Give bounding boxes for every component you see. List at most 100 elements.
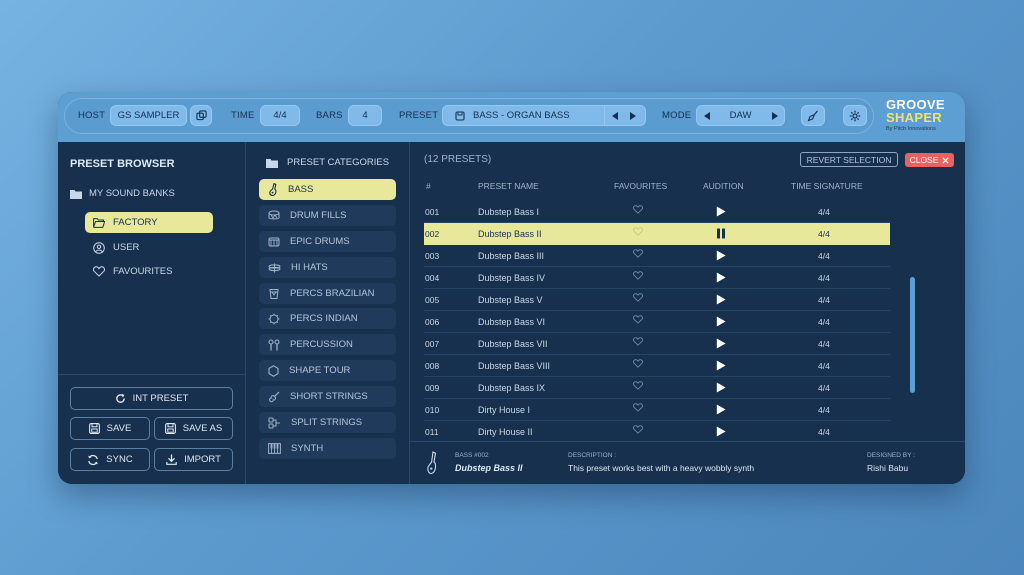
favourite-toggle[interactable] [633, 227, 643, 238]
footer-preset-number: BASS #002 [455, 452, 489, 459]
prev-preset-button[interactable] [607, 110, 623, 122]
table-row[interactable]: 003 Dubstep Bass III 4/4 [424, 245, 890, 267]
favourite-toggle[interactable] [633, 315, 643, 326]
host-label: HOST [78, 110, 106, 121]
time-label: TIME [231, 110, 255, 121]
footer-description-label: DESCRIPTION : [568, 452, 617, 459]
category-split-strings[interactable]: SPLIT STRINGS [259, 412, 396, 433]
violin-icon [269, 391, 280, 402]
host-select[interactable]: GS SAMPLER [110, 105, 187, 126]
sync-button[interactable]: SYNC [70, 448, 150, 471]
table-row[interactable]: 009 Dubstep Bass IX 4/4 [424, 377, 890, 399]
play-button[interactable] [716, 206, 726, 219]
table-row[interactable]: 007 Dubstep Bass VII 4/4 [424, 333, 890, 355]
groove-shaper-window: HOST GS SAMPLER TIME 4/4 BARS 4 PRESET B… [58, 92, 965, 484]
bank-item-favourites[interactable]: FAVOURITES [85, 261, 213, 282]
play-button[interactable] [716, 294, 726, 307]
column-header-time-signature[interactable]: TIME SIGNATURE [791, 181, 863, 191]
play-button[interactable] [716, 404, 726, 417]
category-hi-hats[interactable]: HI HATS [259, 257, 396, 278]
next-preset-button[interactable] [624, 110, 640, 122]
preset-browser-panel: PRESET BROWSER MY SOUND BANKS FACTORY US… [58, 142, 246, 484]
category-percussion[interactable]: PERCUSSION [259, 334, 396, 355]
heart-icon [633, 403, 643, 412]
save-icon [88, 423, 100, 434]
favourite-toggle[interactable] [633, 359, 643, 370]
synth-keys-icon [268, 443, 281, 454]
table-row[interactable]: 011 Dirty House II 4/4 [424, 421, 890, 443]
revert-selection-button[interactable]: REVERT SELECTION [800, 152, 898, 167]
favourite-toggle[interactable] [633, 381, 643, 392]
category-percs-indian[interactable]: PERCS INDIAN [259, 308, 396, 329]
category-synth[interactable]: SYNTH [259, 438, 396, 459]
top-toolbar: HOST GS SAMPLER TIME 4/4 BARS 4 PRESET B… [58, 92, 965, 142]
table-row[interactable]: 002 Dubstep Bass II 4/4 [424, 223, 890, 245]
favourite-toggle[interactable] [633, 249, 643, 260]
play-button[interactable] [716, 426, 726, 439]
row-number: 006 [425, 317, 440, 327]
row-preset-name: Dubstep Bass V [478, 295, 543, 305]
preset-info-footer: BASS #002 Dubstep Bass II DESCRIPTION : … [410, 441, 965, 484]
save-as-label: SAVE AS [182, 423, 223, 434]
close-button[interactable]: CLOSE [905, 153, 954, 167]
table-row[interactable]: 006 Dubstep Bass VI 4/4 [424, 311, 890, 333]
play-button[interactable] [716, 250, 726, 263]
scrollbar-thumb[interactable] [910, 277, 915, 393]
play-icon [716, 294, 726, 305]
table-row[interactable]: 008 Dubstep Bass VIII 4/4 [424, 355, 890, 377]
folder-icon [266, 158, 278, 168]
category-bass[interactable]: BASS [259, 179, 396, 200]
categories-title: PRESET CATEGORIES [287, 157, 390, 168]
play-button[interactable] [716, 382, 726, 395]
play-button[interactable] [716, 272, 726, 285]
column-header-name[interactable]: PRESET NAME [478, 181, 539, 191]
play-icon [716, 338, 726, 349]
category-short-strings[interactable]: SHORT STRINGS [259, 386, 396, 407]
favourite-toggle[interactable] [633, 337, 643, 348]
favourite-toggle[interactable] [633, 205, 643, 216]
save-button[interactable]: SAVE [70, 417, 150, 440]
mode-prev-button[interactable] [700, 110, 714, 122]
pause-button[interactable] [716, 228, 726, 241]
play-button[interactable] [716, 338, 726, 351]
row-preset-name: Dubstep Bass VII [478, 339, 548, 349]
category-shape-tour[interactable]: SHAPE TOUR [259, 360, 396, 381]
bank-item-label: FAVOURITES [113, 266, 173, 277]
table-row[interactable]: 005 Dubstep Bass V 4/4 [424, 289, 890, 311]
clear-button[interactable] [801, 105, 825, 126]
brazilian-perc-icon [269, 288, 279, 299]
play-button[interactable] [716, 316, 726, 329]
sound-banks-root[interactable]: MY SOUND BANKS [70, 188, 175, 199]
table-row[interactable]: 004 Dubstep Bass IV 4/4 [424, 267, 890, 289]
init-preset-button[interactable]: INT PRESET [70, 387, 233, 410]
settings-button[interactable] [843, 105, 867, 126]
favourite-toggle[interactable] [633, 293, 643, 304]
time-signature-select[interactable]: 4/4 [260, 105, 300, 126]
heart-icon [633, 293, 643, 302]
category-epic-drums[interactable]: EPIC DRUMS [259, 231, 396, 252]
bank-item-factory[interactable]: FACTORY [85, 212, 213, 233]
table-row[interactable]: 001 Dubstep Bass I 4/4 [424, 201, 890, 223]
category-drum-fills[interactable]: DRUM FILLS [259, 205, 396, 226]
mode-next-button[interactable] [767, 110, 781, 122]
favourite-toggle[interactable] [633, 271, 643, 282]
favourite-toggle[interactable] [633, 425, 643, 436]
download-icon [166, 454, 177, 465]
play-icon [716, 250, 726, 261]
play-button[interactable] [716, 360, 726, 373]
import-button[interactable]: IMPORT [154, 448, 233, 471]
column-header-favourites[interactable]: FAVOURITES [614, 181, 667, 191]
category-percs-brazilian[interactable]: PERCS BRAZILIAN [259, 283, 396, 304]
bank-item-user[interactable]: USER [85, 237, 213, 258]
close-icon [942, 156, 950, 164]
mode-value: DAW [729, 110, 752, 121]
row-number: 011 [425, 427, 439, 437]
table-row[interactable]: 010 Dirty House I 4/4 [424, 399, 890, 421]
copy-host-button[interactable] [190, 105, 212, 126]
epic-drums-icon [268, 237, 280, 247]
favourite-toggle[interactable] [633, 403, 643, 414]
save-as-button[interactable]: SAVE AS [154, 417, 233, 440]
row-number: 008 [425, 361, 440, 371]
bars-select[interactable]: 4 [348, 105, 382, 126]
indian-perc-icon [268, 313, 280, 324]
